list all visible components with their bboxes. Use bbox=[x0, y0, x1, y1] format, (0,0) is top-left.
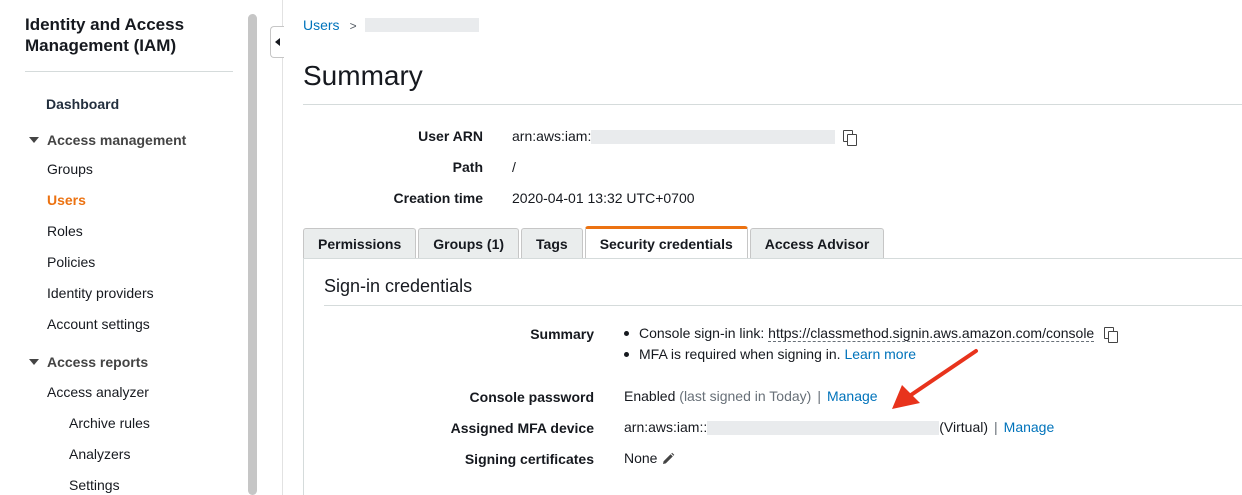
mfa-arn-prefix: arn:aws:iam:: bbox=[624, 419, 708, 435]
sidebar-item-account-settings[interactable]: Account settings bbox=[47, 316, 150, 332]
panel-divider bbox=[324, 305, 1242, 306]
signing-certificates-value: None bbox=[624, 450, 675, 466]
console-signin-link[interactable]: https://classmethod.signin.aws.amazon.co… bbox=[768, 325, 1095, 342]
sidebar-item-dashboard[interactable]: Dashboard bbox=[46, 96, 119, 112]
user-arn-label: User ARN bbox=[418, 128, 483, 144]
console-link-item: Console sign-in link: https://classmetho… bbox=[624, 325, 1119, 343]
breadcrumb: Users > bbox=[303, 17, 365, 33]
console-password-label: Console password bbox=[469, 389, 594, 405]
sidebar: Identity and Access Management (IAM) Das… bbox=[0, 0, 248, 495]
sidebar-item-policies[interactable]: Policies bbox=[47, 254, 95, 270]
tab-access-advisor[interactable]: Access Advisor bbox=[749, 228, 885, 259]
mfa-device-value: arn:aws:iam:: (Virtual) | Manage bbox=[624, 419, 1055, 436]
redacted-username bbox=[365, 18, 479, 32]
console-password-status: Enabled bbox=[624, 388, 676, 404]
redacted-arn bbox=[591, 130, 836, 145]
page-title: Summary bbox=[303, 60, 423, 91]
annotation-arrow-icon bbox=[892, 349, 978, 409]
breadcrumb-users-link[interactable]: Users bbox=[303, 17, 340, 33]
copy-icon[interactable] bbox=[1104, 326, 1119, 343]
creation-time-label: Creation time bbox=[393, 190, 483, 206]
separator: | bbox=[817, 388, 821, 404]
tab-permissions[interactable]: Permissions bbox=[303, 228, 417, 259]
content-divider bbox=[282, 0, 283, 495]
manage-mfa-link[interactable]: Manage bbox=[1004, 419, 1055, 435]
creation-time-value: 2020-04-01 13:32 UTC+0700 bbox=[512, 190, 695, 206]
console-password-note: (last signed in Today) bbox=[679, 388, 812, 404]
path-value: / bbox=[512, 159, 516, 175]
chevron-right-icon: > bbox=[349, 19, 357, 33]
section-label: Access management bbox=[47, 132, 187, 148]
sidebar-section-access-management[interactable]: Access management bbox=[29, 132, 186, 148]
tab-bar: Permissions Groups (1) Tags Security cre… bbox=[303, 226, 885, 259]
mfa-required-text: MFA is required when signing in. bbox=[639, 346, 841, 362]
sidebar-item-users[interactable]: Users bbox=[47, 192, 86, 208]
bullet-icon bbox=[624, 351, 629, 357]
signing-certificates-none: None bbox=[624, 450, 658, 466]
copy-icon[interactable] bbox=[843, 129, 858, 146]
sidebar-divider bbox=[25, 71, 233, 72]
sidebar-item-groups[interactable]: Groups bbox=[47, 161, 93, 177]
user-arn-value: arn:aws:iam: bbox=[512, 128, 858, 146]
pencil-edit-icon[interactable] bbox=[661, 452, 675, 466]
console-password-value: Enabled (last signed in Today) | Manage bbox=[624, 388, 878, 404]
tab-security-credentials[interactable]: Security credentials bbox=[584, 226, 748, 259]
redacted-mfa-arn bbox=[707, 421, 940, 436]
collapse-sidebar-button[interactable] bbox=[270, 26, 284, 58]
sidebar-scrollbar[interactable] bbox=[248, 14, 257, 495]
sidebar-item-archive-rules[interactable]: Archive rules bbox=[69, 415, 150, 431]
signing-certificates-label: Signing certificates bbox=[464, 451, 594, 467]
manage-password-link[interactable]: Manage bbox=[827, 388, 878, 404]
sidebar-item-identity-providers[interactable]: Identity providers bbox=[47, 285, 154, 301]
sidebar-title: Identity and Access Management (IAM) bbox=[25, 15, 185, 55]
chevron-left-icon bbox=[275, 38, 280, 46]
tab-groups[interactable]: Groups (1) bbox=[418, 228, 520, 259]
mfa-required-item: MFA is required when signing in. Learn m… bbox=[624, 346, 916, 362]
console-link-text: Console sign-in link: bbox=[639, 325, 769, 341]
signin-summary-label: Summary bbox=[530, 326, 594, 342]
mfa-type: (Virtual) bbox=[939, 419, 989, 435]
title-divider bbox=[303, 104, 1242, 105]
sidebar-section-access-reports[interactable]: Access reports bbox=[29, 354, 148, 370]
section-label: Access reports bbox=[47, 354, 149, 370]
separator: | bbox=[994, 419, 998, 435]
bullet-icon bbox=[624, 330, 629, 336]
sidebar-item-access-analyzer[interactable]: Access analyzer bbox=[47, 384, 149, 400]
mfa-device-label: Assigned MFA device bbox=[450, 420, 594, 436]
path-label: Path bbox=[452, 159, 483, 175]
signin-credentials-title: Sign-in credentials bbox=[324, 276, 473, 296]
tab-tags[interactable]: Tags bbox=[521, 228, 583, 259]
sidebar-item-settings[interactable]: Settings bbox=[69, 477, 120, 493]
caret-down-icon bbox=[29, 137, 39, 144]
caret-down-icon bbox=[29, 359, 39, 366]
sidebar-item-roles[interactable]: Roles bbox=[47, 223, 83, 239]
user-arn-prefix: arn:aws:iam: bbox=[512, 128, 592, 144]
sidebar-item-analyzers[interactable]: Analyzers bbox=[69, 446, 130, 462]
